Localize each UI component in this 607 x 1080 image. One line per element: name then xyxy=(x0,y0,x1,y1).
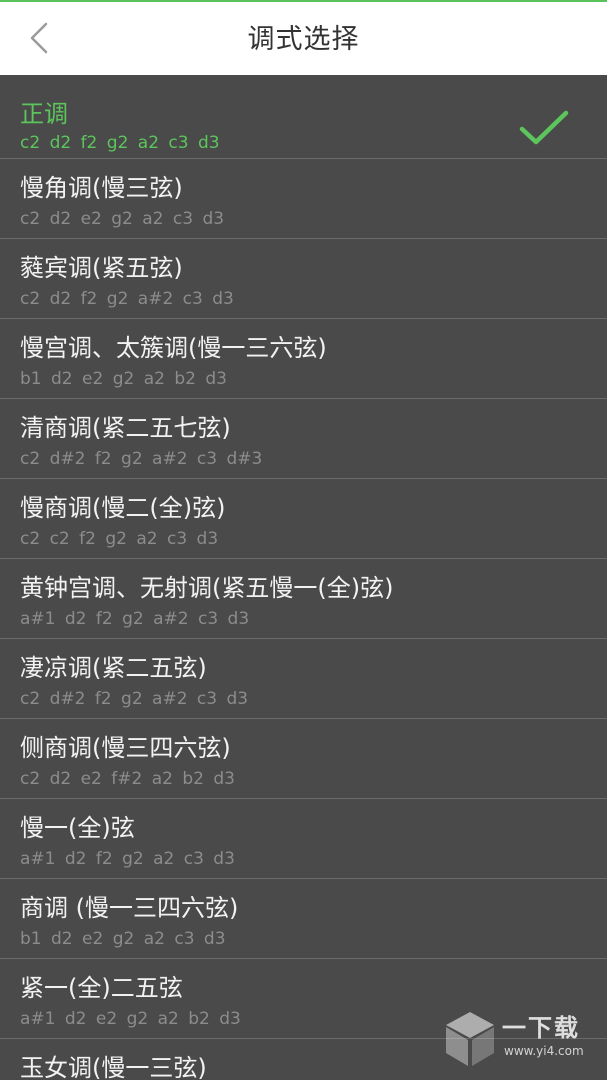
mode-name: 慢商调(慢二(全)弦) xyxy=(20,494,226,522)
mode-name: 慢宫调、太簇调(慢一三六弦) xyxy=(20,334,327,362)
mode-name: 清商调(紧二五七弦) xyxy=(20,414,231,442)
mode-name: 紧一(全)二五弦 xyxy=(20,974,183,1002)
mode-list-item[interactable]: 慢一(全)弦 a#1 d2 f2 g2 a2 c3 d3 xyxy=(0,799,607,879)
mode-notes: a#1 d2 f2 g2 a2 c3 d3 xyxy=(20,849,235,869)
mode-list-item[interactable]: 黄钟宫调、无射调(紧五慢一(全)弦) a#1 d2 f2 g2 a#2 c3 d3 xyxy=(0,559,607,639)
mode-name: 正调 xyxy=(20,100,68,128)
mode-notes: a#1 d2 e2 g2 a2 b2 d3 xyxy=(20,1009,241,1029)
mode-notes: c2 d2 e2 f#2 a2 b2 d3 xyxy=(20,769,235,789)
mode-list-item[interactable]: 慢商调(慢二(全)弦) c2 c2 f2 g2 a2 c3 d3 xyxy=(0,479,607,559)
mode-name: 商调 (慢一三四六弦) xyxy=(20,894,239,922)
mode-list-item[interactable]: 正调 c2 d2 f2 g2 a2 c3 d3 xyxy=(0,75,607,159)
mode-list-item[interactable]: 商调 (慢一三四六弦) b1 d2 e2 g2 a2 c3 d3 xyxy=(0,879,607,959)
mode-list-item[interactable]: 紧一(全)二五弦 a#1 d2 e2 g2 a2 b2 d3 xyxy=(0,959,607,1039)
mode-list-item[interactable]: 慢角调(慢三弦) c2 d2 e2 g2 a2 c3 d3 xyxy=(0,159,607,239)
mode-list[interactable]: 正调 c2 d2 f2 g2 a2 c3 d3 慢角调(慢三弦) c2 d2 e2 g… xyxy=(0,75,607,1080)
mode-name: 侧商调(慢三四六弦) xyxy=(20,734,231,762)
mode-list-item[interactable]: 蕤宾调(紧五弦) c2 d2 f2 g2 a#2 c3 d3 xyxy=(0,239,607,319)
mode-notes: b1 d2 e2 g2 a2 c3 d3 xyxy=(20,929,226,949)
checkmark-icon xyxy=(519,109,569,147)
mode-list-item[interactable]: 玉女调(慢一三弦) xyxy=(0,1039,607,1080)
app-header: 调式选择 xyxy=(0,2,607,75)
mode-name: 凄凉调(紧二五弦) xyxy=(20,654,207,682)
mode-name: 慢角调(慢三弦) xyxy=(20,174,183,202)
mode-list-item[interactable]: 清商调(紧二五七弦) c2 d#2 f2 g2 a#2 c3 d#3 xyxy=(0,399,607,479)
mode-list-item[interactable]: 凄凉调(紧二五弦) c2 d#2 f2 g2 a#2 c3 d3 xyxy=(0,639,607,719)
mode-notes: c2 d#2 f2 g2 a#2 c3 d3 xyxy=(20,689,249,709)
mode-name: 黄钟宫调、无射调(紧五慢一(全)弦) xyxy=(20,574,394,602)
page-title: 调式选择 xyxy=(247,24,360,55)
mode-notes: c2 d#2 f2 g2 a#2 c3 d#3 xyxy=(20,449,263,469)
mode-notes: c2 d2 f2 g2 a2 c3 d3 xyxy=(20,133,220,153)
mode-name: 玉女调(慢一三弦) xyxy=(20,1054,207,1080)
mode-notes: a#1 d2 f2 g2 a#2 c3 d3 xyxy=(20,609,250,629)
mode-notes: c2 d2 e2 g2 a2 c3 d3 xyxy=(20,209,225,229)
mode-list-item[interactable]: 慢宫调、太簇调(慢一三六弦) b1 d2 e2 g2 a2 b2 d3 xyxy=(0,319,607,399)
mode-list-item[interactable]: 侧商调(慢三四六弦) c2 d2 e2 f#2 a2 b2 d3 xyxy=(0,719,607,799)
mode-notes: c2 d2 f2 g2 a#2 c3 d3 xyxy=(20,289,234,309)
mode-notes: c2 c2 f2 g2 a2 c3 d3 xyxy=(20,529,219,549)
mode-name: 蕤宾调(紧五弦) xyxy=(20,254,183,282)
mode-notes: b1 d2 e2 g2 a2 b2 d3 xyxy=(20,369,227,389)
mode-name: 慢一(全)弦 xyxy=(20,814,135,842)
